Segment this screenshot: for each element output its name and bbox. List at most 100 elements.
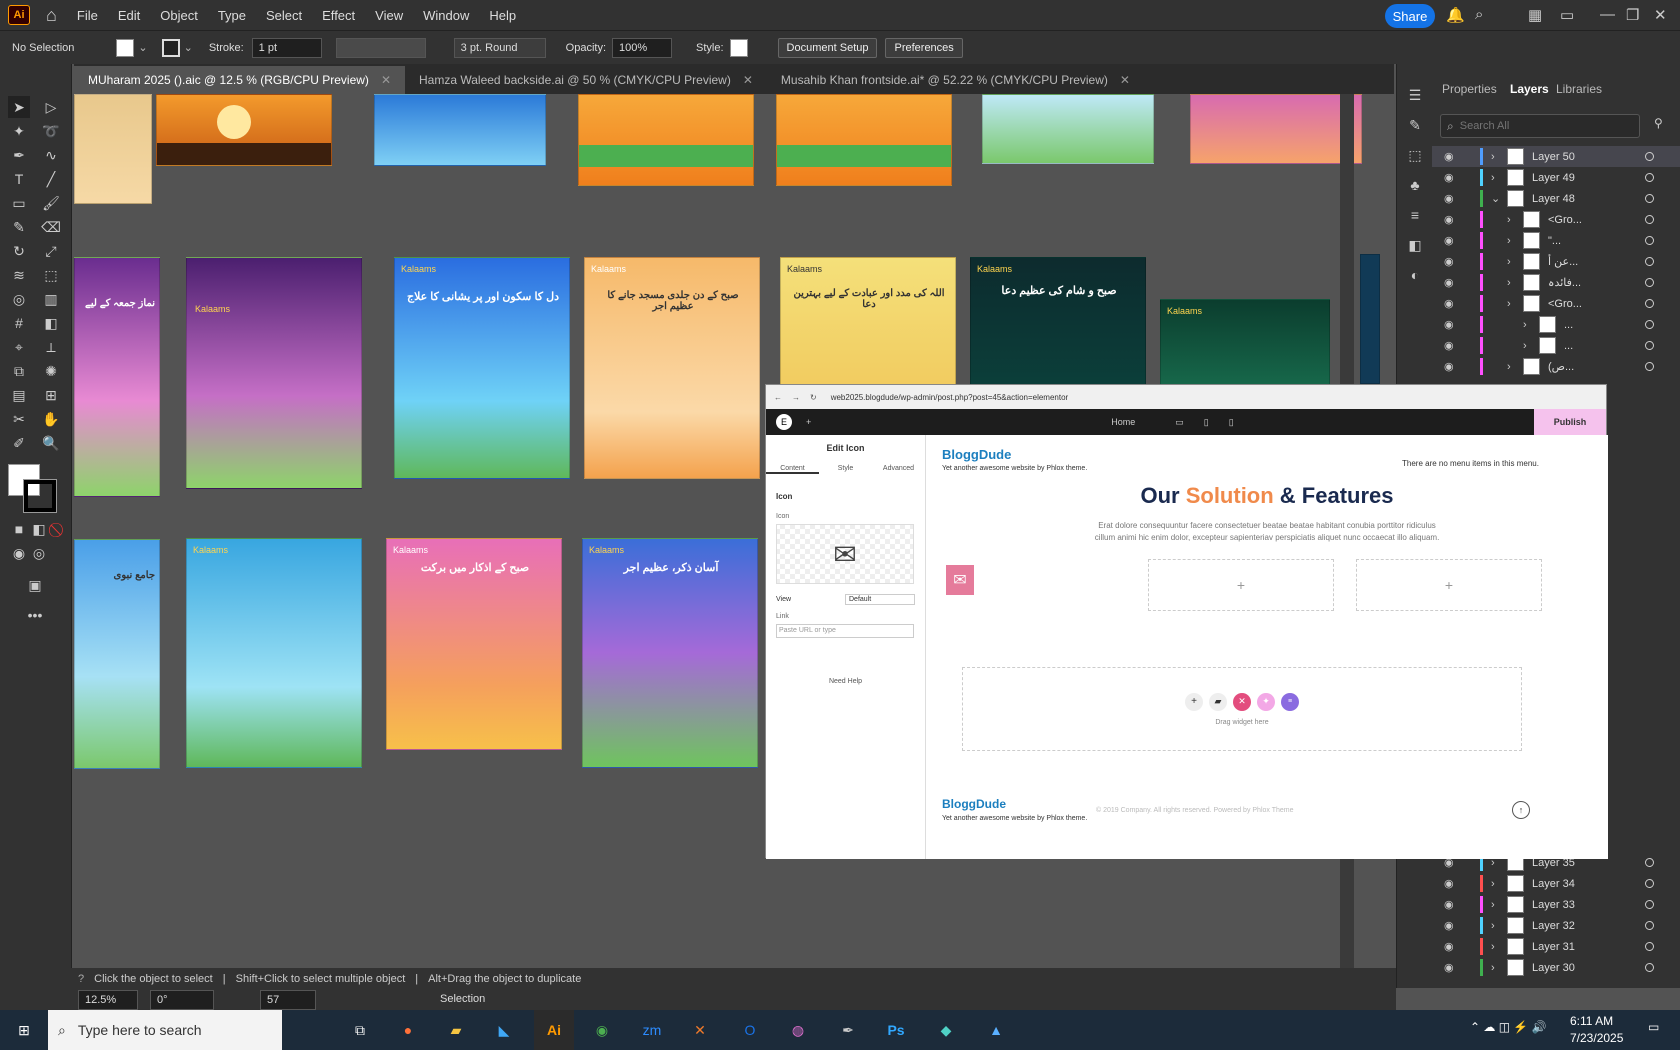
layer-row[interactable]: ◉ › <Gro... [1432,293,1680,314]
chevron-right-icon[interactable]: › [1507,361,1517,373]
draw-behind-icon[interactable]: ◎ [28,542,50,564]
arrange-icon[interactable]: ▭ [1560,6,1574,24]
menu-file[interactable]: File [77,8,98,23]
illustrator-icon[interactable]: Ai [534,1010,574,1050]
style-swatch[interactable] [729,38,748,57]
eye-icon[interactable]: ◉ [1444,171,1458,184]
curvature-tool-icon[interactable]: ∿ [40,144,62,166]
mesh-tool-icon[interactable]: # [8,312,30,334]
layer-row[interactable]: ◉ › "... [1432,230,1680,251]
warp-tool-icon[interactable]: ≋ [8,264,30,286]
shaper-tool-icon[interactable]: ✎ [8,216,30,238]
chevron-right-icon[interactable]: ⌄ [1491,192,1501,205]
eye-icon[interactable]: ◉ [1444,276,1458,289]
artboard[interactable]: Kalaams [1160,299,1330,389]
eye-icon[interactable]: ◉ [1444,234,1458,247]
rotate-tool-icon[interactable]: ↻ [8,240,30,262]
artboard[interactable]: Kalaams [186,257,362,489]
eye-icon[interactable]: ◉ [1444,898,1458,911]
desktop-icon[interactable]: ▭ [1175,417,1184,428]
photoshop-icon[interactable]: Ps [876,1010,916,1050]
tablet-icon[interactable]: ▯ [1204,417,1209,428]
eye-icon[interactable]: ◉ [1444,192,1458,205]
tab-style[interactable]: Style [819,465,872,474]
menu-help[interactable]: Help [489,8,516,23]
artboard[interactable]: Kalaams صبح و شام کی عظیم دعا [970,257,1146,389]
symbols-icon[interactable]: ♣ [1404,174,1426,196]
tab-content[interactable]: Content [766,465,819,474]
transform-icon[interactable]: ⬚ [1404,144,1426,166]
type-tool-icon[interactable]: T [8,168,30,190]
artboard[interactable]: نماز جمعہ کے لیے [74,257,160,497]
eye-icon[interactable]: ◉ [1444,255,1458,268]
graph-tool-icon[interactable]: ▤ [8,384,30,406]
artboard[interactable]: Kalaams صبح کے دن جلدی مسجد جانے کا عظیم … [584,257,760,479]
measure-tool-icon[interactable]: ⟂ [40,336,62,358]
add-section-icon[interactable]: + [1185,692,1203,711]
gradient-mode-icon[interactable]: ◧ [28,518,50,540]
hand-tool-icon[interactable]: ✋ [40,408,62,430]
layer-row[interactable]: ◉ ⌄ Layer 48 [1432,188,1680,209]
properties-icon[interactable]: ☰ [1404,84,1426,106]
target-icon[interactable] [1645,362,1654,371]
publish-button[interactable]: Publish [1534,409,1606,435]
target-icon[interactable] [1645,173,1654,182]
maximize-icon[interactable]: ❐ [1626,6,1639,24]
empty-column[interactable]: + [1148,559,1334,611]
envelope-icon[interactable]: ✉ [776,524,914,584]
target-icon[interactable] [1645,236,1654,245]
selection-tool-icon[interactable]: ➤ [8,96,30,118]
eyedropper-alt-icon[interactable]: ✐ [8,432,30,454]
target-icon[interactable] [1645,341,1654,350]
chevron-right-icon[interactable]: › [1491,941,1501,953]
brush-field[interactable]: 3 pt. Round [453,37,546,58]
line-tool-icon[interactable]: ╱ [40,168,62,190]
target-icon[interactable] [1645,858,1654,867]
minimize-icon[interactable]: — [1600,6,1615,23]
artboard[interactable] [578,94,754,186]
workspace-icon[interactable]: ▦ [1528,6,1542,24]
empty-column[interactable]: + [1356,559,1542,611]
close-icon[interactable]: ✕ [1654,6,1667,24]
variable-width-field[interactable] [335,37,426,58]
artboard[interactable]: جامع نبوی [74,539,160,769]
chevron-right-icon[interactable]: › [1491,151,1501,163]
target-icon[interactable] [1645,900,1654,909]
scroll-top-icon[interactable]: ↑ [1512,801,1530,819]
menu-edit[interactable]: Edit [118,8,140,23]
rotation-field[interactable]: 0° [150,990,214,1010]
magic-wand-tool-icon[interactable]: ✦ [8,120,30,142]
firefox-icon[interactable]: ● [388,1010,428,1050]
layer-row[interactable]: ◉ › Layer 49 [1432,167,1680,188]
target-icon[interactable] [1645,152,1654,161]
chevron-right-icon[interactable]: › [1491,878,1501,890]
tab-hamza[interactable]: Hamza Waleed backside.ai @ 50 % (CMYK/CP… [405,66,767,94]
layer-row[interactable]: ◉ › (ص... [1432,356,1680,377]
windows-start-icon[interactable]: ⊞ [4,1010,44,1050]
artboard-number-field[interactable]: 57 [260,990,316,1010]
bell-icon[interactable]: 🔔 [1446,6,1465,24]
home-icon[interactable]: ⌂ [46,5,57,26]
system-tray-icons[interactable]: ⌃ ☁ ◫ ⚡ 🔊 [1470,1020,1547,1034]
mobile-icon[interactable]: ▯ [1229,417,1234,428]
symbol-sprayer-tool-icon[interactable]: ✺ [40,360,62,382]
layer-row[interactable]: ◉ › Layer 32 [1432,915,1680,936]
outlook-icon[interactable]: O [730,1010,770,1050]
target-icon[interactable] [1645,879,1654,888]
appearance-icon[interactable]: ◐ [1404,264,1426,286]
target-icon[interactable] [1645,942,1654,951]
chevron-right-icon[interactable]: › [1507,256,1517,268]
pen-app-icon[interactable]: ✒ [828,1010,868,1050]
brushes-icon[interactable]: ✎ [1404,114,1426,136]
eraser-tool-icon[interactable]: ⌫ [40,216,62,238]
photos-icon[interactable]: ▲ [976,1010,1016,1050]
plugin-icon[interactable]: ≡ [1281,692,1299,711]
eye-icon[interactable]: ◉ [1444,213,1458,226]
eye-icon[interactable]: ◉ [1444,919,1458,932]
target-icon[interactable] [1645,921,1654,930]
blend-tool-icon[interactable]: ⧉ [8,360,30,382]
slice-tool-icon[interactable]: ✂ [8,408,30,430]
app-icon[interactable]: ◆ [926,1010,966,1050]
zoom-field[interactable]: 12.5% [78,990,138,1010]
chevron-down-icon[interactable]: ⌄ [138,41,147,54]
